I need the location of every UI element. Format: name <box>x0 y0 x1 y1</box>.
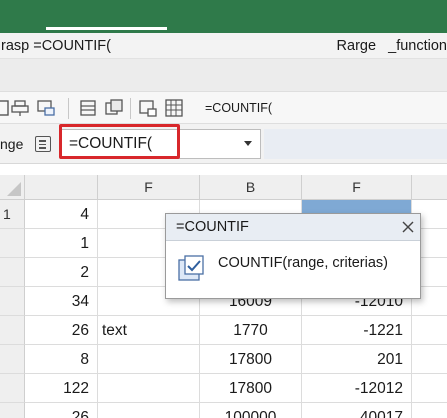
close-icon[interactable] <box>399 218 417 236</box>
popup-title: =COUNTIF <box>176 219 249 235</box>
row-header[interactable] <box>0 316 25 345</box>
row-header[interactable] <box>0 345 25 374</box>
title-right-text-1: Rarge <box>336 38 377 54</box>
table-cell[interactable]: 4 <box>25 200 98 229</box>
screen-icon[interactable] <box>36 98 56 118</box>
window-icon[interactable] <box>138 98 158 118</box>
row-header[interactable] <box>0 374 25 403</box>
function-icon <box>177 254 205 282</box>
table-cell[interactable]: 17800 <box>200 345 302 374</box>
table-cell[interactable]: 26 <box>25 316 98 345</box>
formula-bar-extension[interactable] <box>264 129 447 159</box>
title-bar: rasp =COUNTIF( Rarge _function <box>0 33 447 59</box>
copy-window-icon[interactable] <box>104 98 124 118</box>
table-cell[interactable]: 2 <box>25 258 98 287</box>
active-tab-indicator <box>46 27 167 30</box>
table-cell[interactable]: 26 <box>25 403 98 418</box>
toolbar-separator <box>130 98 131 119</box>
toolbar-separator <box>68 98 69 119</box>
table-cell[interactable] <box>98 403 200 418</box>
column-header[interactable]: B <box>200 175 302 200</box>
row-header[interactable] <box>0 287 25 316</box>
table-cell[interactable]: -12012 <box>302 374 412 403</box>
title-text: rasp =COUNTIF( <box>1 38 111 54</box>
column-header-blank[interactable] <box>412 175 447 200</box>
name-box-label: nge <box>0 136 24 152</box>
table-cell[interactable]: 1770 <box>200 316 302 345</box>
toolbar: =COUNTIF( <box>0 91 447 124</box>
table-cell[interactable] <box>412 403 447 418</box>
autocomplete-popup: =COUNTIF COUNTIF(range, criterias) <box>165 213 421 299</box>
table-cell[interactable]: 100000 <box>200 403 302 418</box>
formula-preview-text: =COUNTIF( <box>205 101 273 115</box>
table-cell[interactable]: 201 <box>302 345 412 374</box>
ribbon-band <box>0 59 447 91</box>
app-ribbon-bar <box>0 0 447 33</box>
formula-list-icon[interactable] <box>35 136 51 152</box>
table-cell[interactable]: 8 <box>25 345 98 374</box>
select-all-corner[interactable] <box>0 175 25 200</box>
table-cell[interactable]: text <box>98 316 200 345</box>
table-cell[interactable] <box>412 345 447 374</box>
row-header[interactable] <box>0 229 25 258</box>
chevron-down-icon[interactable] <box>244 141 252 146</box>
row-header[interactable]: 1 <box>0 200 25 229</box>
autocomplete-item[interactable]: COUNTIF(range, criterias) <box>174 249 414 285</box>
row-header[interactable] <box>0 403 25 418</box>
table-cell[interactable]: 40017 <box>302 403 412 418</box>
table-cell[interactable] <box>412 316 447 345</box>
table-cell[interactable]: 122 <box>25 374 98 403</box>
table-cell[interactable]: 17800 <box>200 374 302 403</box>
grid-table-icon[interactable] <box>164 98 184 118</box>
row-header[interactable] <box>0 258 25 287</box>
table-cell[interactable]: 34 <box>25 287 98 316</box>
print-icon[interactable] <box>10 98 30 118</box>
layout-icon[interactable] <box>78 98 98 118</box>
table-cell[interactable] <box>98 374 200 403</box>
table-cell[interactable]: 1 <box>25 229 98 258</box>
column-header-blank[interactable] <box>25 175 98 200</box>
popup-header: =COUNTIF <box>166 214 420 241</box>
table-cell[interactable]: -1221 <box>302 316 412 345</box>
autocomplete-item-label: COUNTIF(range, criterias) <box>218 255 388 271</box>
table-cell[interactable] <box>98 345 200 374</box>
highlight-box <box>59 124 180 159</box>
column-header[interactable]: F <box>98 175 200 200</box>
title-right-text-2: _function <box>388 38 447 54</box>
title-right: Rarge _function <box>337 33 447 59</box>
column-header[interactable]: F <box>302 175 412 200</box>
table-cell[interactable] <box>412 374 447 403</box>
